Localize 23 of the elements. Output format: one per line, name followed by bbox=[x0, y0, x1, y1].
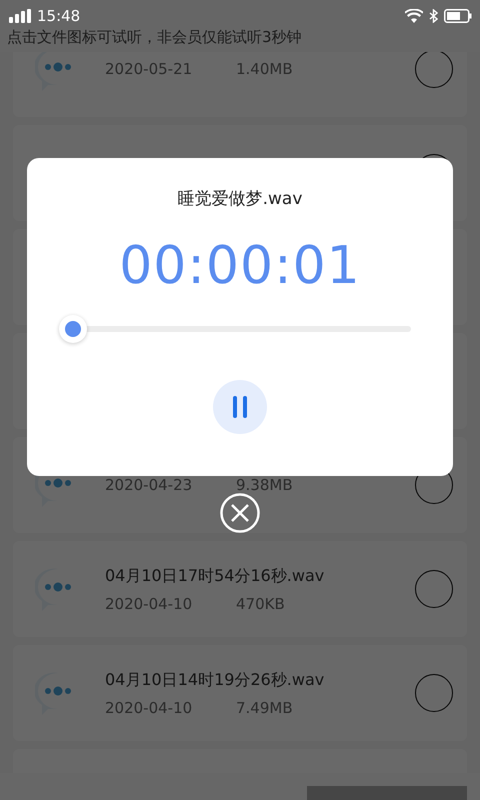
file-size: 9.38MB bbox=[236, 476, 293, 494]
file-card[interactable]: 04月10日17时54分16秒.wav 2020-04-10 470KB bbox=[13, 541, 467, 637]
track-title: 睡觉爱做梦.wav bbox=[178, 188, 302, 210]
signal-icon bbox=[9, 9, 31, 23]
file-size: 1.40MB bbox=[236, 60, 293, 78]
file-name: 04月10日17时54分16秒.wav bbox=[105, 566, 326, 586]
radio-button[interactable] bbox=[415, 570, 453, 608]
slider-thumb[interactable] bbox=[59, 315, 87, 343]
file-date: 2020-04-23 bbox=[105, 476, 194, 494]
pause-icon bbox=[232, 396, 248, 418]
file-size: 7.49MB bbox=[236, 698, 293, 716]
wifi-icon bbox=[405, 9, 423, 23]
file-date: 2020-04-10 bbox=[105, 594, 194, 612]
file-date: 2020-05-21 bbox=[105, 60, 194, 78]
elapsed-time: 00:00:01 bbox=[119, 236, 361, 296]
radio-button[interactable] bbox=[415, 674, 453, 712]
file-name: 04月10日14时19分26秒.wav bbox=[105, 670, 326, 690]
close-button[interactable] bbox=[220, 493, 260, 533]
file-date: 2020-04-10 bbox=[105, 698, 194, 716]
file-size: 470KB bbox=[236, 594, 285, 612]
file-card[interactable]: 04月10日14时19分26秒.wav 2020-04-10 7.49MB bbox=[13, 645, 467, 741]
battery-icon bbox=[444, 9, 472, 23]
bluetooth-icon bbox=[429, 9, 438, 23]
